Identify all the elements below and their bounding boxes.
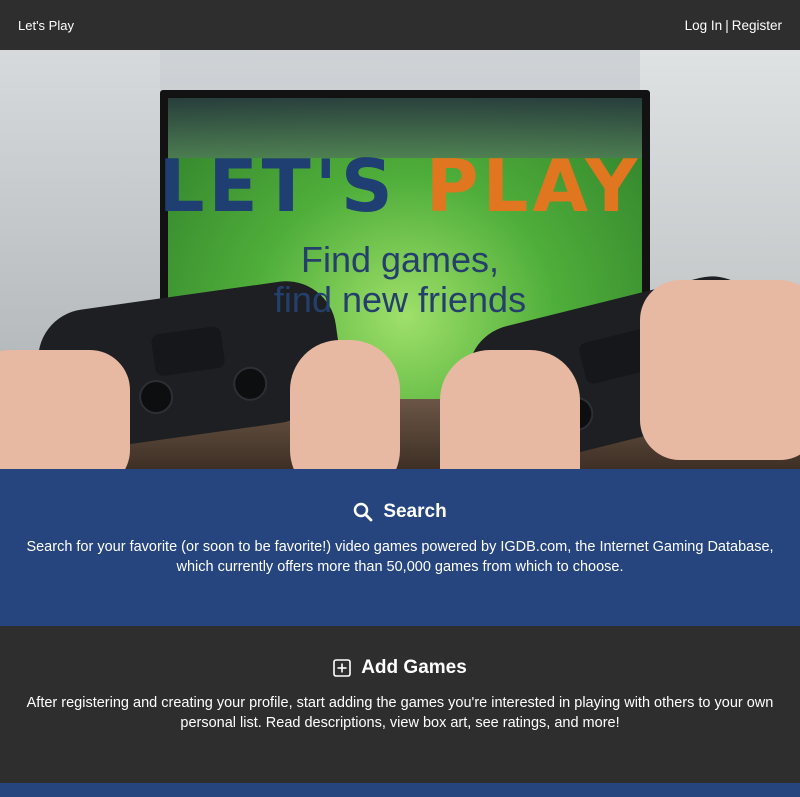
brand-link[interactable]: Let's Play: [18, 18, 74, 33]
search-feature-section: Search Search for your favorite (or soon…: [0, 469, 800, 626]
right-hand-image: [440, 350, 580, 469]
lets-play-logo: LET'S PLAY: [158, 144, 642, 228]
hero-tagline: Find games, find new friends: [273, 239, 527, 320]
next-feature-section: [0, 783, 800, 797]
plus-square-icon: [333, 659, 352, 677]
login-link[interactable]: Log In: [685, 18, 723, 33]
add-games-description: After registering and creating your prof…: [26, 695, 774, 731]
left-hand-image: [0, 350, 130, 469]
add-games-title-text: Add Games: [361, 657, 467, 678]
hero-banner: LET'S PLAY Find games, find new friends: [0, 50, 800, 469]
navbar: Let's Play Log In | Register: [0, 0, 800, 50]
register-link[interactable]: Register: [732, 18, 782, 33]
left-hand-thumb-image: [290, 340, 400, 469]
add-games-feature-title: Add Games: [0, 657, 800, 679]
search-feature-title: Search: [0, 501, 800, 523]
search-description: Search for your favorite (or soon to be …: [26, 539, 774, 575]
search-title-text: Search: [383, 501, 447, 522]
nav-separator: |: [725, 17, 729, 33]
search-icon: [354, 502, 373, 522]
auth-links: Log In | Register: [685, 18, 782, 33]
add-games-feature-section: Add Games After registering and creating…: [0, 626, 800, 783]
